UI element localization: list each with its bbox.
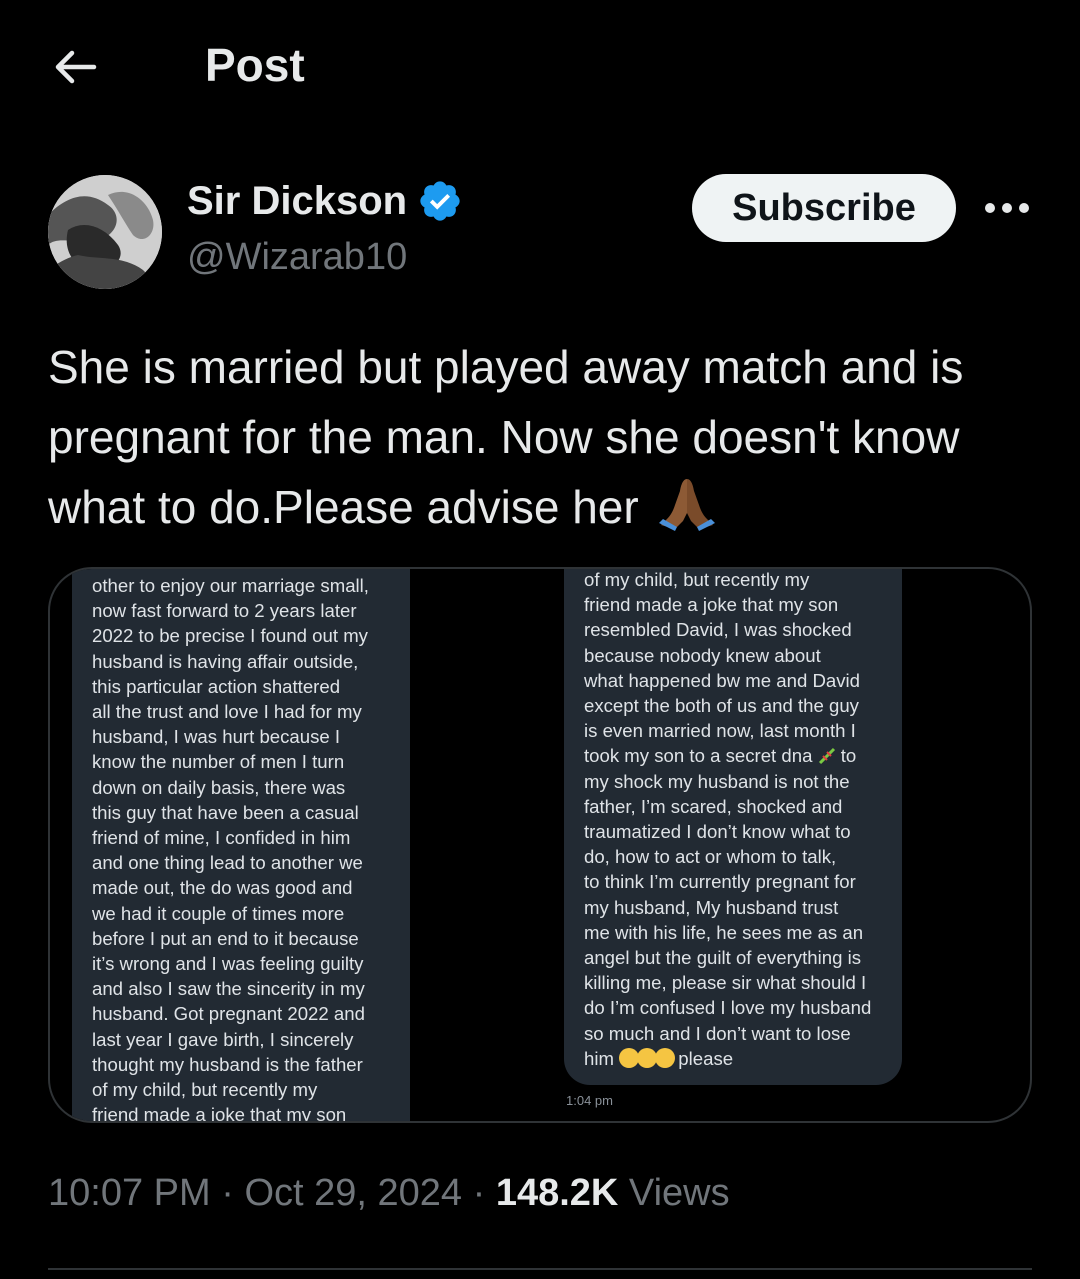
arrow-left-icon [55,50,97,84]
chat-timestamp: 1:04 pm [566,1093,613,1108]
author-name-text: Sir Dickson [187,178,408,223]
meta-separator: · [210,1172,245,1214]
attached-image[interactable]: other to enjoy our marriage small, now f… [48,567,1032,1123]
verified-badge-icon [420,181,460,221]
chat-message-text: other to enjoy our marriage small, now f… [92,575,369,1123]
folded-hands-icon [659,479,716,531]
post-text: She is married but played away match and… [48,332,1048,542]
more-horizontal-icon [985,203,1029,213]
subscribe-button[interactable]: Subscribe [692,174,956,242]
back-button[interactable] [50,42,100,92]
top-bar: Post [0,0,1080,140]
avatar-image [48,175,162,289]
avatar[interactable] [48,175,162,289]
post-meta: 10:07 PM · Oct 29, 2024 · 148.2K Views [48,1172,730,1215]
chat-message-text-right: of my child, but recently my friend made… [584,569,872,1071]
more-options-button[interactable] [982,195,1032,221]
views-label: Views [618,1172,730,1214]
divider [48,1268,1032,1270]
post-date[interactable]: Oct 29, 2024 [244,1172,462,1214]
chat-bubble-left: other to enjoy our marriage small, now f… [72,569,410,1123]
author-name[interactable]: Sir Dickson [187,178,463,224]
dna-icon [818,748,835,765]
crying-face-icon [619,1047,676,1068]
chat-message-part-a: of my child, but recently my friend made… [584,569,860,767]
meta-separator: · [462,1172,496,1214]
post-text-content: She is married but played away match and… [48,341,964,533]
chat-message-end: please [673,1047,734,1069]
chat-message-part-b: to my shock my husband is not the father… [584,745,872,1069]
page-title: Post [205,39,305,91]
chat-bubble-right: of my child, but recently my friend made… [564,569,902,1085]
post-time[interactable]: 10:07 PM [48,1172,211,1214]
views-count[interactable]: 148.2K [496,1172,619,1214]
author-handle[interactable]: @Wizarab10 [187,236,407,279]
